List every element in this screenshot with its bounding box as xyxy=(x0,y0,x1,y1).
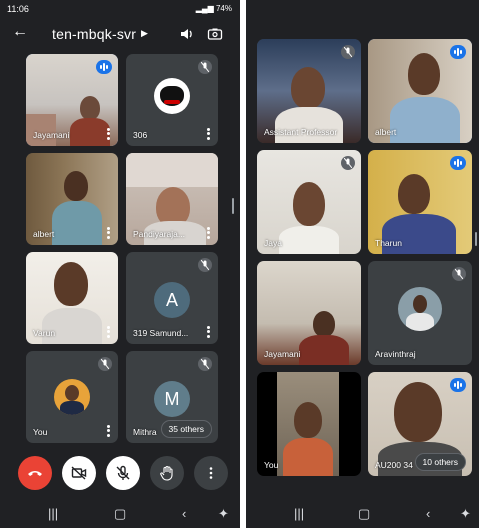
participant-name: You xyxy=(264,460,279,470)
participant-name: You xyxy=(33,427,48,437)
android-nav-bar: ||| ▢ ‹ ✦ xyxy=(246,500,479,528)
participant-tile[interactable]: M Mithra 35 others xyxy=(126,351,218,443)
participant-name: Pandiyaraja... xyxy=(133,229,185,239)
back-nav-icon[interactable]: ‹ xyxy=(182,506,186,521)
camera-off-icon xyxy=(71,466,87,480)
participant-name: 319 Samund... xyxy=(133,328,189,338)
participant-tile[interactable]: AU200 34 10 others xyxy=(368,372,472,476)
chevron-right-icon[interactable]: ▶ xyxy=(141,28,148,39)
end-call-button[interactable] xyxy=(18,456,52,490)
recent-apps-icon[interactable]: ||| xyxy=(48,506,58,521)
more-options-icon[interactable] xyxy=(107,325,110,340)
call-top-bar: ← ten-mbqk-svr ▶ xyxy=(0,20,240,48)
scrollbar-thumb[interactable] xyxy=(232,198,234,214)
participant-tile[interactable]: Assistant Professor xyxy=(257,39,361,143)
signal-icon: ▂▄▆ xyxy=(195,4,214,13)
mic-off-button[interactable] xyxy=(106,456,140,490)
participant-name: Varun xyxy=(33,328,56,338)
participant-tile[interactable]: Jayamani xyxy=(26,54,118,146)
speaking-indicator-icon xyxy=(96,60,112,74)
back-nav-icon[interactable]: ‹ xyxy=(426,506,430,521)
participant-name: albert xyxy=(33,229,55,239)
status-bar: 11:06 ▂▄▆ 74% xyxy=(0,0,240,17)
participant-tile[interactable]: Jaya xyxy=(257,150,361,254)
speaker-icon[interactable] xyxy=(179,26,195,42)
scrollbar-thumb[interactable] xyxy=(475,232,477,246)
participant-name: Aravinthraj xyxy=(375,349,416,359)
switch-camera-icon[interactable] xyxy=(207,26,223,42)
home-icon[interactable]: ▢ xyxy=(114,506,126,522)
participant-name: Mithra xyxy=(133,427,157,437)
others-count-pill[interactable]: 35 others xyxy=(160,420,212,438)
speaking-indicator-icon xyxy=(450,378,466,392)
status-right: ▂▄▆ 74% xyxy=(196,4,232,13)
status-time: 11:06 xyxy=(7,4,29,14)
participant-tile[interactable]: You xyxy=(257,372,361,476)
mic-off-icon xyxy=(198,258,212,272)
participant-tile[interactable]: albert xyxy=(368,39,472,143)
others-count-pill[interactable]: 10 others xyxy=(414,453,466,471)
initial-avatar: A xyxy=(154,282,190,318)
participant-tile[interactable]: A 319 Samund... xyxy=(126,252,218,344)
more-options-icon[interactable] xyxy=(207,127,210,142)
participant-name: Assistant Professor xyxy=(264,127,338,137)
hang-up-icon xyxy=(28,471,42,476)
participant-tile[interactable]: Aravinthraj xyxy=(368,261,472,365)
more-options-icon[interactable] xyxy=(107,226,110,241)
participant-tile[interactable]: You xyxy=(26,351,118,443)
raise-hand-button[interactable] xyxy=(150,456,184,490)
joker-avatar-image xyxy=(154,78,190,114)
participant-name: Jayamani xyxy=(264,349,301,359)
participant-tile[interactable]: Jayamani xyxy=(257,261,361,365)
self-video-feed xyxy=(277,372,339,476)
call-controls xyxy=(0,456,240,490)
profile-photo xyxy=(398,287,442,331)
mic-off-icon xyxy=(116,465,130,480)
more-options-icon[interactable] xyxy=(207,325,210,340)
participant-name: Jayamani xyxy=(33,130,70,140)
mic-off-icon xyxy=(98,357,112,371)
participant-name: AU200 34 xyxy=(375,460,413,470)
right-phone-screen: Assistant Professor albert Jaya Tharun J… xyxy=(246,0,479,528)
more-options-icon[interactable] xyxy=(107,127,110,142)
initial-avatar: M xyxy=(154,381,190,417)
meeting-title[interactable]: ten-mbqk-svr xyxy=(52,26,136,42)
speaking-indicator-icon xyxy=(450,156,466,170)
mic-off-icon xyxy=(198,60,212,74)
participant-name: Jaya xyxy=(264,238,282,248)
mic-off-icon xyxy=(452,267,466,281)
participant-name: albert xyxy=(375,127,397,137)
back-arrow-icon[interactable]: ← xyxy=(12,23,28,41)
mic-off-icon xyxy=(341,156,355,170)
recent-apps-icon[interactable]: ||| xyxy=(294,506,304,521)
participant-tile[interactable]: albert xyxy=(26,153,118,245)
participant-tile[interactable]: 306 xyxy=(126,54,218,146)
left-phone-screen: 11:06 ▂▄▆ 74% ← ten-mbqk-svr ▶ Jayamani xyxy=(0,0,240,528)
home-icon[interactable]: ▢ xyxy=(358,506,370,522)
android-nav-bar: ||| ▢ ‹ ✦ xyxy=(0,500,240,528)
participant-name: Tharun xyxy=(375,238,402,248)
participant-name: 306 xyxy=(133,130,148,140)
camera-off-button[interactable] xyxy=(62,456,96,490)
speaking-indicator-icon xyxy=(450,45,466,59)
more-options-icon[interactable] xyxy=(107,424,110,439)
accessibility-icon[interactable]: ✦ xyxy=(460,506,471,522)
more-options-button[interactable] xyxy=(194,456,228,490)
accessibility-icon[interactable]: ✦ xyxy=(218,506,229,522)
more-vert-icon xyxy=(209,467,213,479)
participant-tile[interactable]: Tharun xyxy=(368,150,472,254)
participant-tile[interactable]: Varun xyxy=(26,252,118,344)
mic-off-icon xyxy=(198,357,212,371)
profile-photo xyxy=(54,379,90,415)
participant-tile[interactable]: Pandiyaraja... xyxy=(126,153,218,245)
more-options-icon[interactable] xyxy=(207,226,210,241)
hand-icon xyxy=(160,465,173,481)
battery-text: 74% xyxy=(215,4,232,13)
mic-off-icon xyxy=(341,45,355,59)
